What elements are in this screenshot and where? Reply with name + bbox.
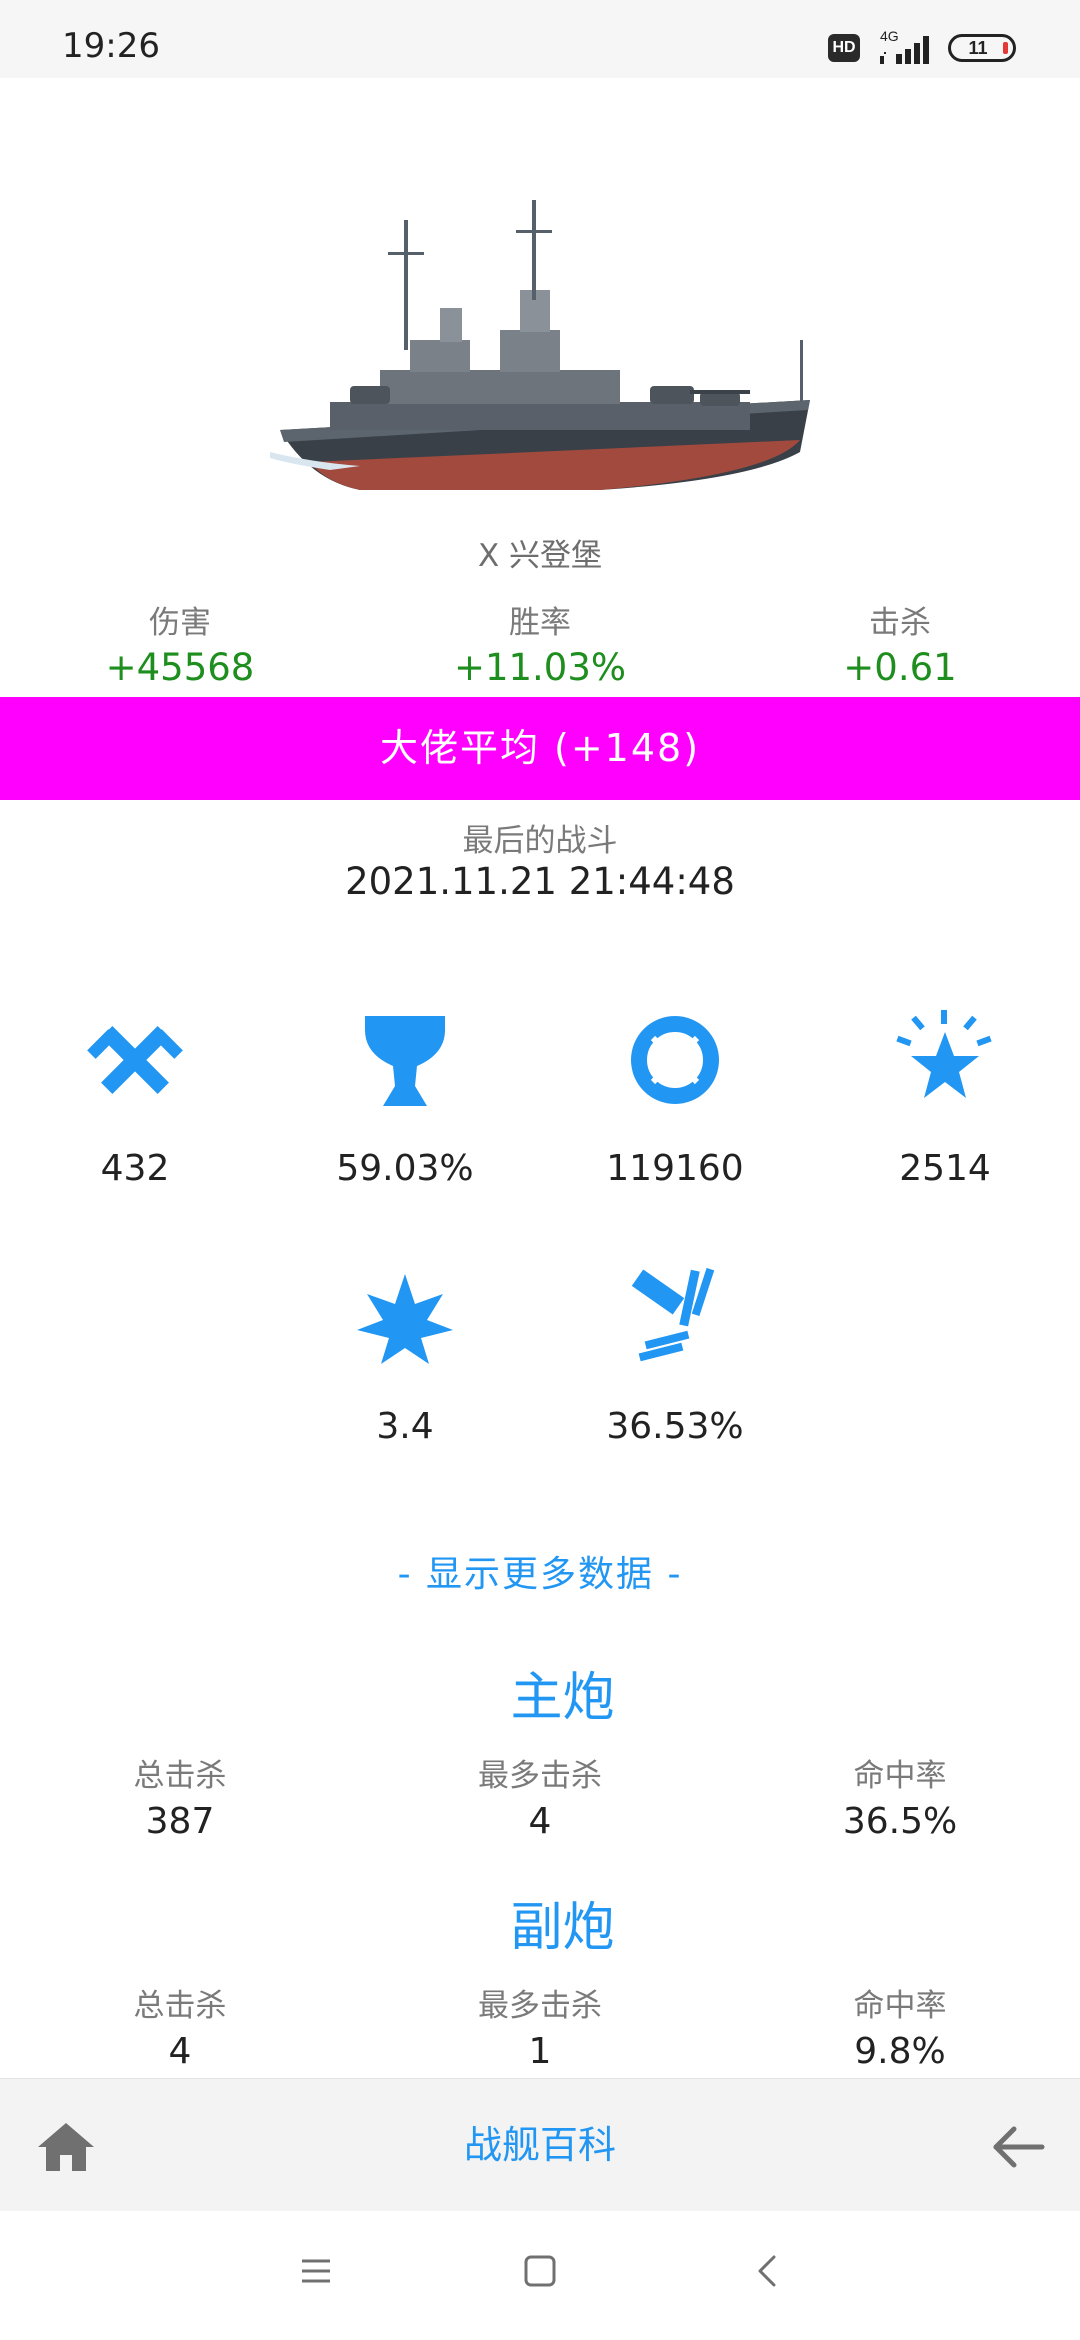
trophy-icon: [365, 1016, 445, 1106]
winrate-total-value: 59.03%: [336, 1148, 474, 1189]
main-max-kills-value: 4: [528, 1801, 552, 1842]
secondary-total-kills-label: 总击杀: [133, 1988, 227, 2024]
exp-stat: 2514: [845, 1010, 1045, 1189]
main-hit-rate-label: 命中率: [853, 1758, 947, 1794]
hit-rate-stat: 36.53%: [575, 1268, 775, 1447]
status-time: 19:26: [62, 26, 160, 66]
kills-label: 击杀: [869, 605, 931, 641]
secondary-max-kills: 最多击杀 1: [390, 1980, 690, 2072]
shell-hit-icon: [631, 1268, 715, 1362]
damage-value: +45568: [105, 646, 255, 689]
secondary-hit-rate-label: 命中率: [853, 1988, 947, 2024]
survival-value: 119160: [606, 1148, 744, 1189]
hd-icon: HD: [828, 34, 860, 62]
battery-fill: [1003, 42, 1008, 54]
arrow-left-icon[interactable]: [988, 2119, 1048, 2175]
secondary-hit-rate-value: 9.8%: [854, 2031, 946, 2072]
main-total-kills-value: 387: [145, 1801, 215, 1842]
winrate-label: 胜率: [509, 605, 571, 641]
survival-stat: 119160: [575, 1010, 775, 1189]
back-chevron-icon[interactable]: [738, 2241, 798, 2301]
system-nav-bar: [0, 2211, 1080, 2340]
kills-stat: 击杀 +0.61: [750, 597, 1050, 689]
secondary-max-kills-value: 1: [528, 2031, 552, 2072]
hit-rate-value: 36.53%: [606, 1406, 744, 1447]
secondary-total-kills: 总击杀 4: [30, 1980, 330, 2072]
avg-frags-stat: 3.4: [305, 1268, 505, 1447]
bottom-nav-bar: 战舰百科: [0, 2078, 1080, 2211]
explosion-icon: [357, 1274, 453, 1364]
secondary-hit-rate: 命中率 9.8%: [750, 1980, 1050, 2072]
main-total-kills: 总击杀 387: [30, 1750, 330, 1842]
battery-icon: 11: [948, 34, 1016, 62]
status-bar: 19:26 HD 4G 11: [0, 0, 1080, 78]
lifebuoy-icon: [631, 1016, 719, 1104]
winrate-stat: 胜率 +11.03%: [390, 597, 690, 689]
avg-frags-value: 3.4: [376, 1406, 434, 1447]
battles-stat: 432: [35, 1010, 235, 1189]
last-battle-time: 2021.11.21 21:44:48: [345, 860, 735, 903]
menu-icon[interactable]: [286, 2241, 346, 2301]
secondary-total-kills-value: 4: [168, 2031, 192, 2072]
rating-banner: 大佬平均 (+148): [0, 697, 1080, 800]
main-hit-rate: 命中率 36.5%: [750, 1750, 1050, 1842]
star-burst-icon: [896, 1010, 992, 1098]
battles-value: 432: [100, 1148, 170, 1189]
main-max-kills: 最多击杀 4: [390, 1750, 690, 1842]
main-hit-rate-value: 36.5%: [842, 1801, 958, 1842]
main-total-kills-label: 总击杀: [133, 1758, 227, 1794]
exp-value: 2514: [899, 1148, 991, 1189]
show-more-data-link[interactable]: - 显示更多数据 -: [0, 1545, 1080, 1597]
main-max-kills-label: 最多击杀: [478, 1758, 602, 1794]
network-type: 4G: [880, 28, 899, 44]
battleship-image: [270, 200, 810, 490]
ship-name: X 兴登堡: [477, 538, 603, 574]
home-square-icon[interactable]: [510, 2241, 570, 2301]
kills-value: +0.61: [843, 646, 957, 689]
crossed-swords-icon: [87, 1026, 183, 1094]
last-battle-label: 最后的战斗: [462, 823, 618, 859]
secondary-battery-title: 副炮: [510, 1898, 615, 1958]
damage-stat: 伤害 +45568: [30, 597, 330, 689]
battery-level: 11: [968, 38, 988, 58]
main-battery-title: 主炮: [510, 1668, 615, 1728]
damage-label: 伤害: [149, 605, 211, 641]
winrate-value: +11.03%: [453, 646, 627, 689]
winrate-total-stat: 59.03%: [305, 1010, 505, 1189]
secondary-max-kills-label: 最多击杀: [478, 1988, 602, 2024]
nav-title: 战舰百科: [463, 2123, 616, 2167]
